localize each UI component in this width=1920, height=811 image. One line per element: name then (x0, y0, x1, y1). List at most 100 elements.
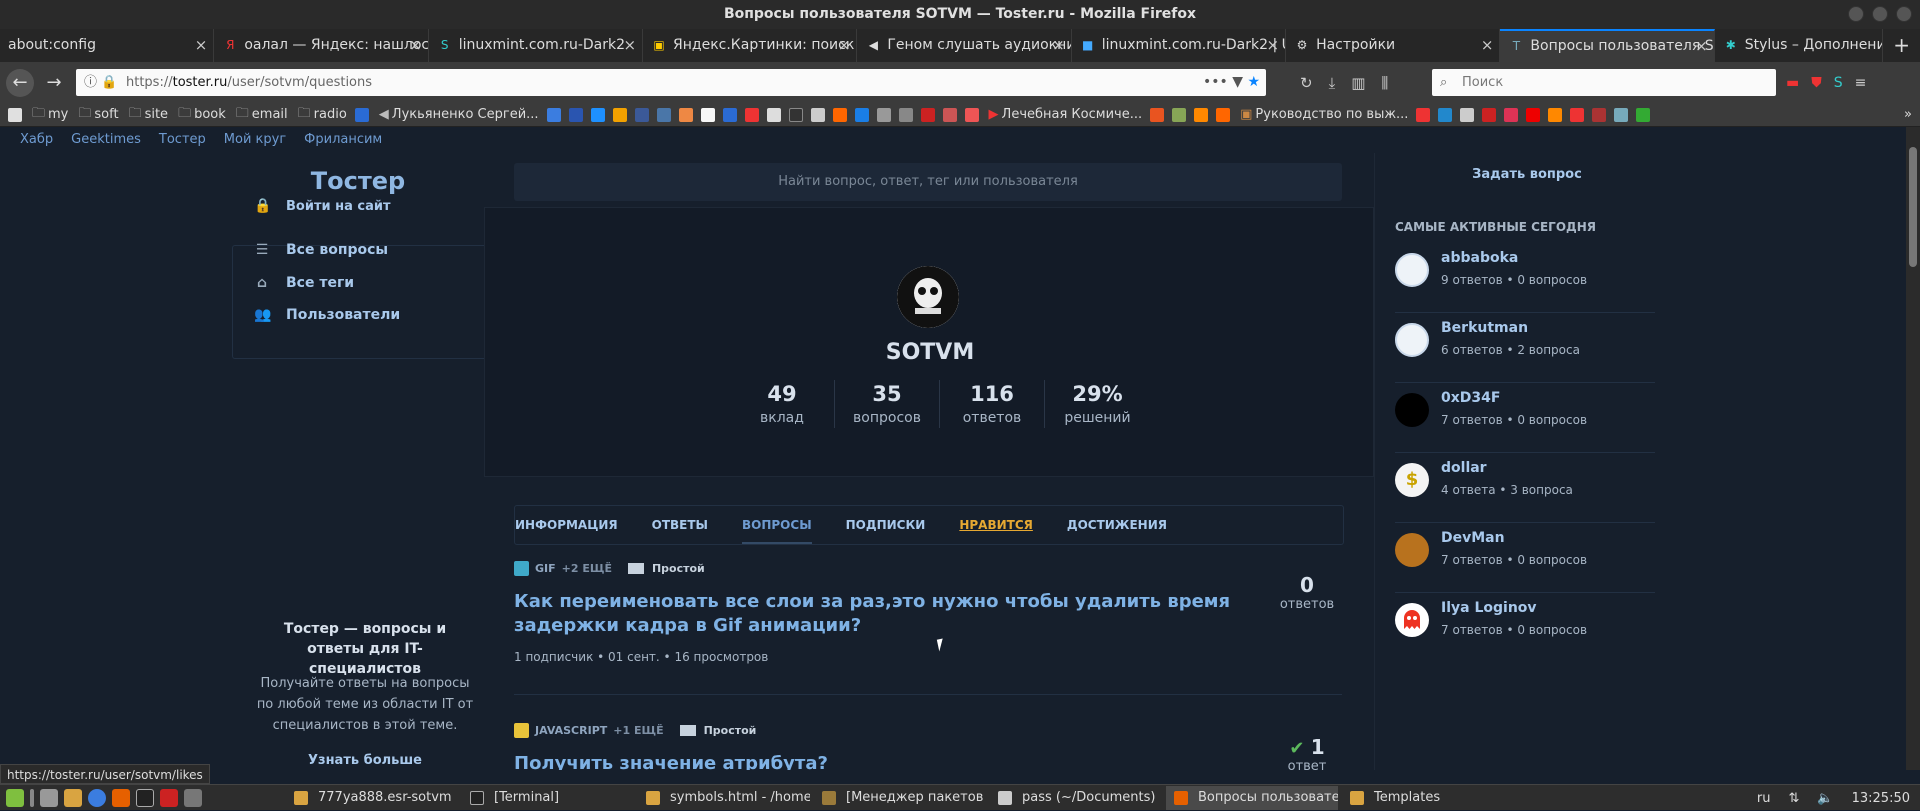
user-name[interactable]: DevMan (1441, 530, 1505, 546)
tab-yandex-images[interactable]: ▣ Яндекс.Картинки: поиск × (643, 29, 858, 62)
bookmark-icon[interactable] (8, 107, 22, 122)
taskbar-window[interactable]: 777ya888.esr-sotvm (286, 786, 458, 810)
close-tab-icon[interactable]: × (1052, 29, 1065, 62)
taskbar-window[interactable]: Templates (1342, 786, 1514, 810)
clock[interactable]: 13:25:50 (1852, 791, 1910, 806)
bookmark-folder-radio[interactable]: 🗀 radio (298, 104, 347, 126)
active-user-item[interactable]: Ilya Loginov 7 ответов • 0 вопросов (1395, 593, 1655, 663)
more-tags-link[interactable]: +1 ЕЩЁ (613, 724, 663, 737)
bookmark-icon[interactable] (700, 107, 715, 122)
close-tab-icon[interactable]: × (409, 29, 422, 62)
more-icon[interactable]: ••• (1203, 74, 1228, 90)
bookmark-icon[interactable] (1460, 107, 1475, 122)
sidebar-item-all-tags[interactable]: ⌂ Все теги (254, 275, 354, 291)
bookmark-folder-my[interactable]: 🗀 my (32, 104, 68, 126)
youtube-icon[interactable] (1526, 107, 1541, 122)
terminal-icon[interactable] (136, 788, 154, 807)
info-icon[interactable]: ⓘ 🔒 (84, 69, 117, 96)
nav-habr[interactable]: Хабр (20, 127, 53, 153)
tag-link[interactable]: GIF (535, 562, 556, 575)
browser-icon[interactable] (88, 788, 106, 807)
ublock-icon[interactable]: ⛊ (1811, 75, 1822, 91)
bookmark-icon[interactable] (898, 107, 913, 122)
app-icon[interactable] (160, 788, 178, 807)
tab-achievements[interactable]: ДОСТИЖЕНИЯ (1067, 506, 1167, 544)
bookmark-icon[interactable] (876, 107, 891, 122)
library-icon[interactable]: ⫼ (1381, 74, 1388, 92)
site-logo[interactable]: Тостер (232, 167, 484, 195)
close-tab-icon[interactable]: × (1695, 31, 1708, 62)
bookmark-icon[interactable] (1592, 107, 1607, 122)
firefox-icon[interactable] (112, 788, 130, 807)
nav-freelansim[interactable]: Фрилансим (304, 127, 382, 153)
bookmark-icon[interactable] (1216, 107, 1231, 122)
back-button[interactable]: ← (6, 68, 34, 97)
bookmark-folder-site[interactable]: 🗀 site (129, 104, 169, 126)
reload-icon[interactable]: ↻ (1300, 74, 1313, 92)
bookmark-icon[interactable] (1504, 107, 1519, 122)
taskbar-window[interactable]: [Менеджер пакетов ... (814, 786, 986, 810)
tab-likes[interactable]: НРАВИТСЯ (959, 506, 1033, 544)
page-scrollbar[interactable] (1906, 127, 1920, 770)
bookmark-star-icon[interactable]: ★ (1247, 74, 1260, 90)
bookmark-icon[interactable] (1548, 107, 1563, 122)
tab-userstyles[interactable]: ■ linuxmint.com.ru-Dark2 | U × (1072, 29, 1287, 62)
menu-launcher-icon[interactable] (6, 788, 24, 807)
tab-stylus-addons[interactable]: ✱Stylus – Дополнения для (1715, 29, 1884, 62)
bookmark-rukovodstvo[interactable]: ▣ Руководство по выж... (1240, 107, 1408, 122)
bookmark-icon[interactable] (354, 107, 369, 122)
close-tab-icon[interactable]: × (1481, 29, 1494, 62)
download-icon[interactable]: ⤓ (1329, 74, 1336, 92)
keyboard-layout[interactable]: ru (1757, 791, 1771, 806)
close-tab-icon[interactable]: × (623, 29, 636, 62)
minimize-button[interactable] (1848, 6, 1864, 22)
nav-toster[interactable]: Тостер (159, 127, 206, 153)
close-tab-icon[interactable]: × (195, 29, 208, 62)
more-tags-link[interactable]: +2 ЕЩЁ (562, 562, 612, 575)
nav-geektimes[interactable]: Geektimes (71, 127, 141, 153)
bookmark-lukyanenko[interactable]: ◀ Лукьяненко Сергей... (379, 107, 539, 122)
bookmark-lechebnaya[interactable]: ▶ Лечебная Космиче... (989, 107, 1143, 122)
sidebar-item-users[interactable]: 👥 Пользователи (254, 307, 400, 323)
bookmark-icon[interactable] (1172, 107, 1187, 122)
tab-subscriptions[interactable]: ПОДПИСКИ (846, 506, 926, 544)
tab-info[interactable]: ИНФОРМАЦИЯ (515, 506, 618, 544)
taskbar-window[interactable]: symbols.html - /home/... (638, 786, 810, 810)
bookmark-icon[interactable] (656, 107, 671, 122)
bookmark-icon[interactable] (1438, 107, 1453, 122)
maximize-button[interactable] (1872, 6, 1888, 22)
bookmark-icon[interactable] (1194, 107, 1209, 122)
taskbar-window[interactable]: pass (~/Documents) (990, 786, 1162, 810)
github-icon[interactable] (766, 107, 781, 122)
stylus-icon[interactable]: S (1834, 75, 1843, 91)
scrollbar-thumb[interactable] (1909, 147, 1917, 267)
close-tab-icon[interactable]: × (838, 29, 851, 62)
bookmark-icon[interactable] (1570, 107, 1585, 122)
taskbar-window[interactable]: Вопросы пользовате... (1166, 785, 1338, 810)
tab-questions[interactable]: ВОПРОСЫ (742, 506, 812, 544)
active-user-item[interactable]: DevMan 7 ответов • 0 вопросов (1395, 523, 1655, 593)
taskbar-window[interactable]: [Terminal] (462, 786, 634, 810)
extension-icon[interactable]: ▬ (1786, 75, 1799, 91)
close-tab-icon[interactable]: × (1266, 29, 1279, 62)
close-window-button[interactable] (1896, 6, 1912, 22)
tab-answers[interactable]: ОТВЕТЫ (652, 506, 708, 544)
bookmark-folder-email[interactable]: 🗀 email (236, 104, 288, 126)
question-title[interactable]: Получить значение атрибута? (514, 752, 1254, 770)
bookmark-icon[interactable] (1150, 107, 1165, 122)
bookmark-icon[interactable] (788, 107, 803, 122)
bookmark-icon[interactable] (568, 107, 583, 122)
bookmark-icon[interactable] (634, 107, 649, 122)
tab-settings[interactable]: ⚙ Настройки × (1286, 29, 1501, 62)
bookmark-icon[interactable] (920, 107, 935, 122)
show-desktop-icon[interactable] (40, 788, 58, 807)
question-title[interactable]: Как переименовать все слои за раз,это ну… (514, 590, 1254, 638)
sidebar-icon[interactable]: ▥ (1351, 74, 1365, 92)
app-icon[interactable] (184, 788, 202, 807)
active-user-item[interactable]: abbaboka 9 ответов • 0 вопросов (1395, 243, 1655, 313)
network-icon[interactable]: ⇅ (1789, 791, 1800, 806)
bookmark-icon[interactable] (722, 107, 737, 122)
nav-moy-krug[interactable]: Мой круг (224, 127, 286, 153)
volume-icon[interactable]: 🔈 (1817, 791, 1833, 806)
url-bar[interactable]: ⓘ 🔒 https://toster.ru/user/sotvm/questio… (76, 69, 1266, 96)
